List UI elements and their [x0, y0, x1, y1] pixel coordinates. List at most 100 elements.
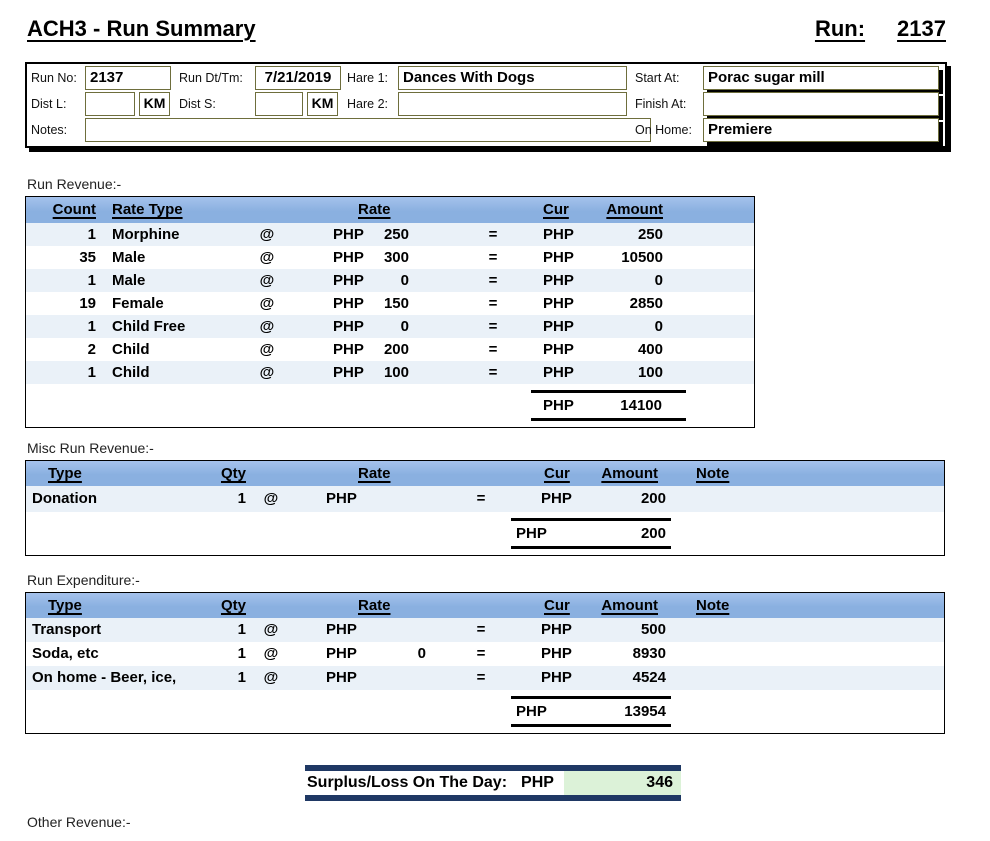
table-row: 19Female@PHP150=PHP2850: [26, 292, 754, 315]
cell-rate-type: Child: [96, 361, 242, 384]
cell-rate-type: Male: [96, 269, 242, 292]
surplus-amount: 346: [564, 771, 681, 795]
header-amount: Amount: [601, 593, 658, 618]
cell-type: Transport: [26, 618, 206, 642]
surplus-label: Surplus/Loss On The Day:: [305, 774, 507, 792]
run-no-input[interactable]: 2137: [85, 66, 171, 90]
total-amount: 14100: [620, 393, 662, 418]
cell-qty: 1: [206, 486, 246, 512]
header-rate-type: Rate Type: [112, 197, 183, 223]
total-amount: 200: [641, 521, 666, 546]
cell-amount: 4524: [601, 666, 666, 690]
cell-amount: 100: [601, 361, 663, 384]
cell-rate-currency: PHP: [296, 642, 386, 666]
header-type: Type: [48, 461, 82, 486]
cell-type: Soda, etc: [26, 642, 206, 666]
table-row: 1Male@PHP0=PHP0: [26, 269, 754, 292]
table-row: Soda, etc1@PHP0=PHP8930: [26, 642, 944, 666]
dist-s-unit: KM: [307, 92, 338, 116]
cell-qty: 1: [206, 666, 246, 690]
cell-currency: PHP: [539, 292, 601, 315]
cell-amount: 500: [601, 618, 666, 642]
table-row: Transport1@PHP=PHP500: [26, 618, 944, 642]
header-note: Note: [696, 593, 729, 618]
cell-rate: 0: [376, 269, 409, 292]
cell-rate-currency: PHP: [292, 361, 376, 384]
total-amount: 13954: [624, 699, 666, 724]
notes-input[interactable]: [85, 118, 651, 142]
cell-equals: =: [426, 666, 536, 690]
on-home-input[interactable]: Premiere: [703, 118, 939, 142]
run-expenditure-header-row: Type Qty Rate Cur Amount Note: [26, 593, 944, 618]
cell-note: [666, 486, 944, 512]
total-currency: PHP: [543, 393, 574, 418]
table-row: Donation1@PHP=PHP200: [26, 486, 944, 512]
run-revenue-header-row: Count Rate Type Rate Cur Amount: [26, 197, 754, 223]
cell-rate-currency: PHP: [296, 666, 386, 690]
cell-rate: 200: [376, 338, 409, 361]
header-rate: Rate: [358, 593, 391, 618]
cell-rate: [386, 486, 426, 512]
header-amount: Amount: [601, 461, 658, 486]
cell-rate: 0: [386, 642, 426, 666]
cell-rate-type: Female: [96, 292, 242, 315]
cell-rate: 0: [376, 315, 409, 338]
cell-equals: =: [426, 642, 536, 666]
run-badge: Run: 2137: [815, 16, 946, 42]
dist-l-input[interactable]: [85, 92, 135, 116]
cell-type: On home - Beer, ice,: [26, 666, 206, 690]
cell-amount: 8930: [601, 642, 666, 666]
section-label-run-revenue: Run Revenue:-: [27, 176, 121, 192]
cell-currency: PHP: [539, 361, 601, 384]
table-row: 35Male@PHP300=PHP10500: [26, 246, 754, 269]
header-cur: Cur: [543, 197, 569, 223]
table-row: 2Child@PHP200=PHP400: [26, 338, 754, 361]
cell-rate-currency: PHP: [296, 618, 386, 642]
header-count: Count: [26, 197, 96, 223]
finish-at-label: Finish At:: [635, 92, 686, 116]
cell-currency: PHP: [539, 315, 601, 338]
dist-s-label: Dist S:: [179, 92, 216, 116]
header-cur: Cur: [544, 461, 570, 486]
table-row: 1Child Free@PHP0=PHP0: [26, 315, 754, 338]
run-summary-sheet: ACH3 - Run Summary Run: 2137 Run No: 213…: [0, 0, 990, 841]
cell-rate-type: Morphine: [96, 223, 242, 246]
hare1-label: Hare 1:: [347, 66, 388, 90]
surplus-currency: PHP: [521, 774, 554, 792]
cell-note: [666, 618, 944, 642]
notes-label: Notes:: [31, 118, 67, 142]
cell-currency: PHP: [536, 642, 601, 666]
cell-note: [666, 642, 944, 666]
cell-rate-currency: PHP: [292, 246, 376, 269]
run-dt-input[interactable]: 7/21/2019: [255, 66, 341, 90]
run-revenue-table: Count Rate Type Rate Cur Amount 1 Morphin…: [25, 196, 755, 428]
dist-s-input[interactable]: [255, 92, 303, 116]
dist-l-label: Dist L:: [31, 92, 66, 116]
cell-rate-currency: PHP: [292, 269, 376, 292]
cell-equals: =: [409, 361, 539, 384]
cell-rate: [386, 618, 426, 642]
hare1-input[interactable]: Dances With Dogs: [398, 66, 627, 90]
header-type: Type: [48, 593, 82, 618]
cell-currency: PHP: [536, 666, 601, 690]
cell-count: 2: [26, 338, 96, 361]
section-label-run-expenditure: Run Expenditure:-: [27, 572, 140, 588]
finish-at-input[interactable]: [703, 92, 939, 116]
on-home-label: On Home:: [635, 118, 692, 142]
cell-rate: 300: [376, 246, 409, 269]
cell-rate: 250: [376, 223, 409, 246]
header-rate: Rate: [358, 197, 391, 223]
cell-amount: 10500: [601, 246, 663, 269]
cell-rate-currency: PHP: [296, 486, 386, 512]
cell-rate-currency: PHP: [292, 315, 376, 338]
cell-count: 1: [26, 361, 96, 384]
cell-rate-type: Male: [96, 246, 242, 269]
cell-equals: =: [409, 292, 539, 315]
cell-rate-currency: PHP: [292, 338, 376, 361]
cell-rate: [386, 666, 426, 690]
hare2-input[interactable]: [398, 92, 627, 116]
cell-equals: =: [426, 618, 536, 642]
cell-amount: 2850: [601, 292, 663, 315]
start-at-input[interactable]: Porac sugar mill: [703, 66, 939, 90]
cell-equals: =: [409, 315, 539, 338]
